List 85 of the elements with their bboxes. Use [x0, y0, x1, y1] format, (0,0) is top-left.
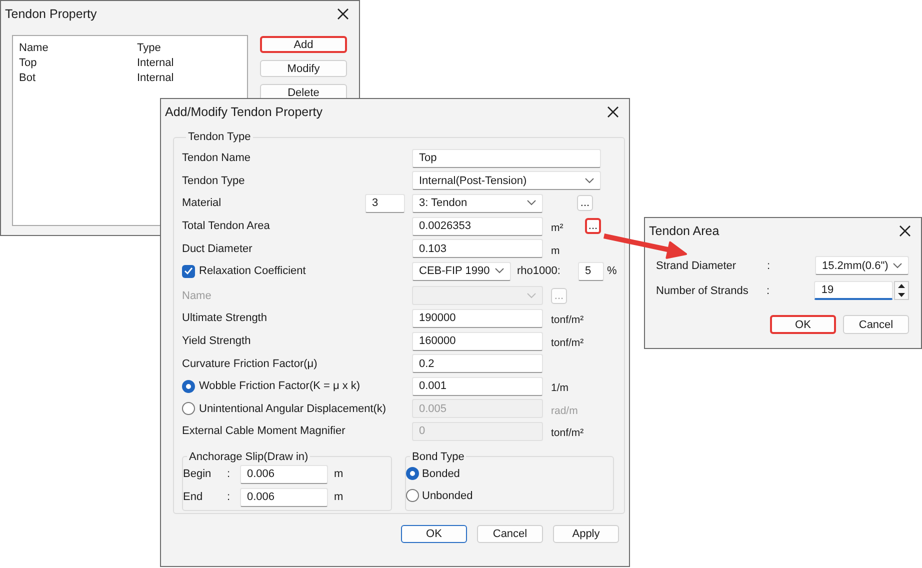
- radio-button[interactable]: [406, 489, 419, 502]
- dropdown[interactable]: 3: Tendon: [412, 194, 543, 213]
- field-label: Ultimate Strength: [182, 312, 267, 324]
- field-label: Curvature Friction Factor(μ): [182, 358, 318, 370]
- input-field[interactable]: 190000: [412, 308, 543, 328]
- radio-button[interactable]: [182, 380, 195, 393]
- separator-label: :: [767, 260, 770, 272]
- unit-label: 1/m: [551, 382, 569, 394]
- field-label: Strand Diameter: [656, 260, 736, 272]
- input-field[interactable]: 160000: [412, 332, 543, 351]
- window-title: Tendon Area: [649, 224, 720, 238]
- separator-label: :: [766, 284, 770, 296]
- field-label: End: [183, 491, 203, 504]
- close-icon[interactable]: [337, 8, 349, 20]
- radio-button[interactable]: [182, 402, 195, 416]
- number-field[interactable]: 19: [814, 281, 894, 300]
- separator-label: :: [227, 468, 230, 480]
- dialog-button[interactable]: Cancel: [843, 315, 909, 334]
- group-title: Anchorage Slip(Draw in): [188, 450, 310, 463]
- input-field[interactable]: 5: [578, 262, 604, 281]
- chevron-icon: [527, 200, 536, 206]
- field-label: External Cable Moment Magnifier: [182, 425, 346, 438]
- field-label: Wobble Friction Factor(K = μ x k): [199, 380, 360, 392]
- unit-label: m: [334, 491, 344, 504]
- input-field[interactable]: 0.103: [412, 239, 543, 258]
- unit-label: rad/m: [551, 404, 578, 417]
- dialog-button[interactable]: Modify: [260, 60, 347, 77]
- list-cell[interactable]: Internal: [137, 72, 174, 84]
- field-label: Yield Strength: [182, 335, 251, 348]
- column-header: Name: [19, 42, 48, 54]
- chevron-icon: [585, 178, 594, 184]
- dropdown[interactable]: Internal(Post-Tension): [412, 171, 601, 190]
- window-title: Add/Modify Tendon Property: [165, 105, 323, 119]
- dialog-button[interactable]: Apply: [553, 525, 619, 543]
- dropdown[interactable]: CEB-FIP 1990: [412, 262, 511, 281]
- dialog-button[interactable]: OK: [770, 315, 836, 334]
- radio-label: Bonded: [422, 468, 460, 480]
- input-field[interactable]: 0.006: [240, 488, 328, 507]
- close-icon[interactable]: [899, 225, 911, 237]
- field-label: Total Tendon Area: [182, 220, 270, 232]
- unit-label: %: [607, 265, 617, 278]
- unit-label: m²: [551, 222, 564, 234]
- unit-label: tonf/m²: [551, 337, 584, 350]
- input-field[interactable]: 0.2: [412, 354, 543, 374]
- group-title: Bond Type: [411, 450, 466, 463]
- list-cell[interactable]: Bot: [19, 72, 36, 84]
- radio-label: Unbonded: [422, 490, 473, 502]
- dialog-button[interactable]: OK: [401, 525, 467, 543]
- input-field[interactable]: 0.0026353: [412, 216, 543, 236]
- field-label: Tendon Type: [182, 174, 245, 187]
- unit-label: tonf/m²: [551, 314, 584, 326]
- unit-label: m: [551, 244, 560, 257]
- spin-buttons[interactable]: [894, 281, 909, 300]
- chevron-icon: [527, 292, 536, 299]
- unit-label: tonf/m²: [551, 427, 584, 440]
- field-label: Begin: [183, 468, 212, 480]
- field-label: rho1000:: [517, 265, 562, 278]
- unit-label: m: [334, 468, 344, 480]
- field-label: Tendon Name: [182, 152, 250, 164]
- browse-button[interactable]: ...: [577, 195, 593, 212]
- dialog-button[interactable]: Add: [260, 36, 347, 53]
- browse-button[interactable]: ...: [585, 218, 601, 234]
- chevron-icon: [893, 262, 902, 268]
- chevron-icon: [495, 268, 504, 274]
- input-field[interactable]: Top: [412, 148, 601, 168]
- field-label: Duct Diameter: [182, 242, 252, 255]
- input-field[interactable]: 0.001: [412, 376, 543, 396]
- list-cell[interactable]: Top: [19, 56, 37, 68]
- column-header: Type: [137, 42, 161, 54]
- field-label: Material: [182, 197, 222, 210]
- separator-label: :: [227, 491, 230, 504]
- checkbox[interactable]: [182, 264, 195, 278]
- field-label: Relaxation Coefficient: [199, 265, 306, 278]
- dialog-button[interactable]: Cancel: [477, 525, 543, 543]
- window-title: Tendon Property: [5, 7, 97, 21]
- field-label: Number of Strands: [656, 284, 748, 296]
- dropdown[interactable]: 15.2mm(0.6"): [815, 256, 909, 275]
- group-title: Tendon Type: [187, 131, 252, 143]
- close-icon[interactable]: [607, 106, 619, 118]
- list-cell[interactable]: Internal: [137, 56, 174, 68]
- input-field[interactable]: 0.006: [240, 464, 328, 484]
- field-label: Unintentional Angular Displacement(k): [199, 402, 386, 415]
- field-label: Name: [182, 290, 212, 302]
- radio-button[interactable]: [406, 467, 419, 480]
- input-field[interactable]: 3: [365, 194, 405, 213]
